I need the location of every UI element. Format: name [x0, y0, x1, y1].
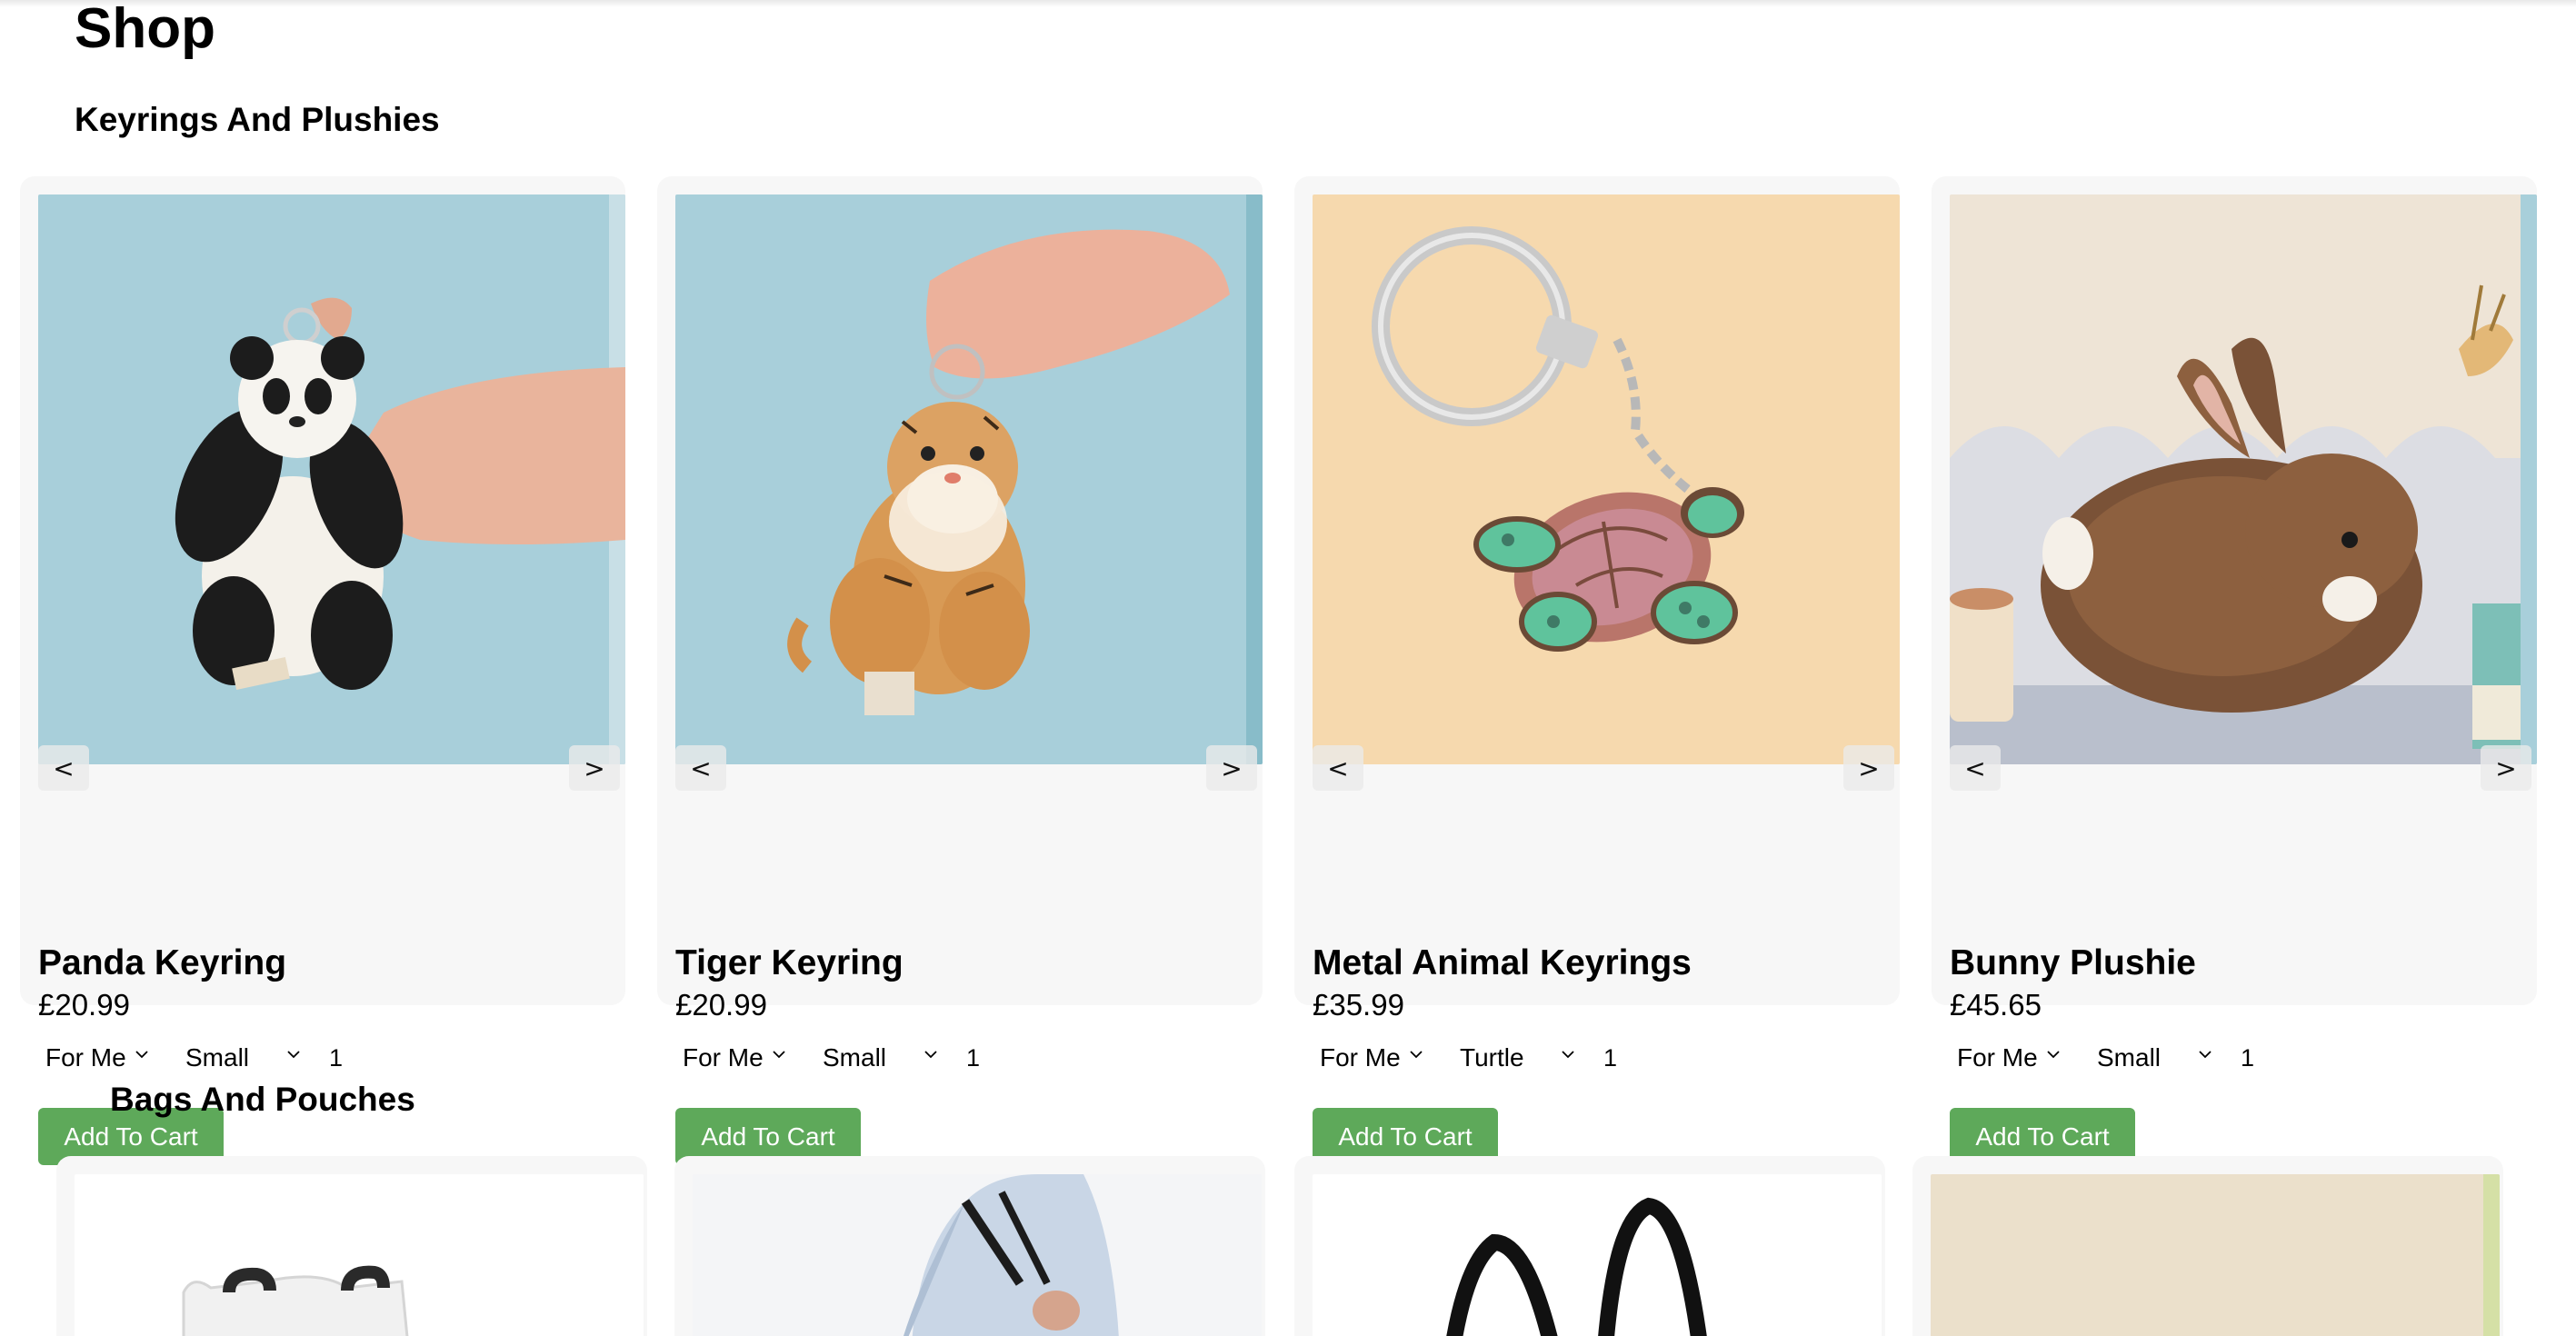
product-price: £20.99 [38, 988, 130, 1022]
quantity-input[interactable] [955, 1043, 1210, 1072]
size-select[interactable]: Small [178, 1042, 318, 1074]
carousel-next-button[interactable]: > [1843, 745, 1894, 791]
product-name[interactable]: Tiger Keyring [675, 943, 904, 983]
animal-select[interactable]: Turtle [1453, 1042, 1593, 1074]
product-name[interactable]: Metal Animal Keyrings [1313, 943, 1692, 983]
carousel-prev-button[interactable]: < [38, 745, 89, 791]
section-title-bags: Bags And Pouches [110, 1081, 415, 1118]
product-card-bag-2 [674, 1156, 1265, 1336]
product-image-bunny [1950, 194, 2537, 764]
carousel-next-button[interactable]: > [2481, 745, 2531, 791]
chevron-down-icon [1562, 1051, 1574, 1059]
product-name[interactable]: Bunny Plushie [1950, 943, 2196, 983]
product-image-tiger [675, 194, 1263, 764]
product-image-black-handle-bag [1313, 1174, 1882, 1336]
carousel-next-button[interactable]: > [1206, 745, 1257, 791]
product-card-metal-keyrings: < > Metal Animal Keyrings £35.99 For Me … [1294, 176, 1900, 1165]
page-title: Shop [75, 0, 215, 60]
quantity-input[interactable] [318, 1043, 573, 1072]
product-image-pouch [1931, 1174, 2500, 1336]
product-card-panda: < > Panda Keyring £20.99 For Me Small Ad… [20, 176, 625, 1165]
quantity-input[interactable] [1593, 1043, 1847, 1072]
quantity-input[interactable] [2230, 1043, 2484, 1072]
size-select-value: Small [823, 1043, 887, 1072]
size-select-value: Small [2097, 1043, 2162, 1072]
size-select-value: Small [185, 1043, 250, 1072]
chevron-down-icon [2199, 1051, 2212, 1059]
section-title-keyrings: Keyrings And Plushies [75, 101, 440, 138]
carousel-prev-button[interactable]: < [1950, 745, 2001, 791]
product-image-shoulder-bag [693, 1174, 1262, 1336]
recipient-select[interactable]: For Me [1313, 1042, 1453, 1074]
product-price: £20.99 [675, 988, 767, 1022]
recipient-select[interactable]: For Me [38, 1042, 178, 1074]
chevron-down-icon [135, 1051, 148, 1059]
chevron-down-icon [2047, 1051, 2060, 1059]
recipient-select[interactable]: For Me [675, 1042, 815, 1074]
product-image-tote-bag [75, 1174, 644, 1336]
recipient-select-value: For Me [1957, 1043, 2038, 1072]
carousel-prev-button[interactable]: < [675, 745, 726, 791]
product-price: £45.65 [1950, 988, 2042, 1022]
size-select[interactable]: Small [815, 1042, 955, 1074]
size-select[interactable]: Small [2090, 1042, 2230, 1074]
product-image-panda [38, 194, 625, 764]
animal-select-value: Turtle [1460, 1043, 1524, 1072]
recipient-select[interactable]: For Me [1950, 1042, 2090, 1074]
product-name[interactable]: Panda Keyring [38, 943, 286, 983]
top-shadow [0, 0, 2576, 7]
carousel-next-button[interactable]: > [569, 745, 620, 791]
chevron-down-icon [287, 1051, 300, 1059]
product-options: For Me Small [1950, 1042, 2484, 1074]
product-options: For Me Turtle [1313, 1042, 1847, 1074]
product-image-turtle-keyring [1313, 194, 1900, 764]
product-card-bag-4 [1912, 1156, 2503, 1336]
product-card-bag-3 [1294, 1156, 1885, 1336]
product-options: For Me Small [38, 1042, 573, 1074]
chevron-down-icon [1410, 1051, 1423, 1059]
recipient-select-value: For Me [1320, 1043, 1401, 1072]
product-card-tiger: < > Tiger Keyring £20.99 For Me Small Ad… [657, 176, 1263, 1165]
product-card-bunny: < > Bunny Plushie £45.65 For Me Small Ad… [1932, 176, 2537, 1165]
product-options: For Me Small [675, 1042, 1210, 1074]
product-card-bag-1 [56, 1156, 647, 1336]
chevron-down-icon [773, 1051, 785, 1059]
recipient-select-value: For Me [683, 1043, 764, 1072]
carousel-prev-button[interactable]: < [1313, 745, 1363, 791]
chevron-down-icon [924, 1051, 937, 1059]
product-price: £35.99 [1313, 988, 1404, 1022]
recipient-select-value: For Me [45, 1043, 126, 1072]
